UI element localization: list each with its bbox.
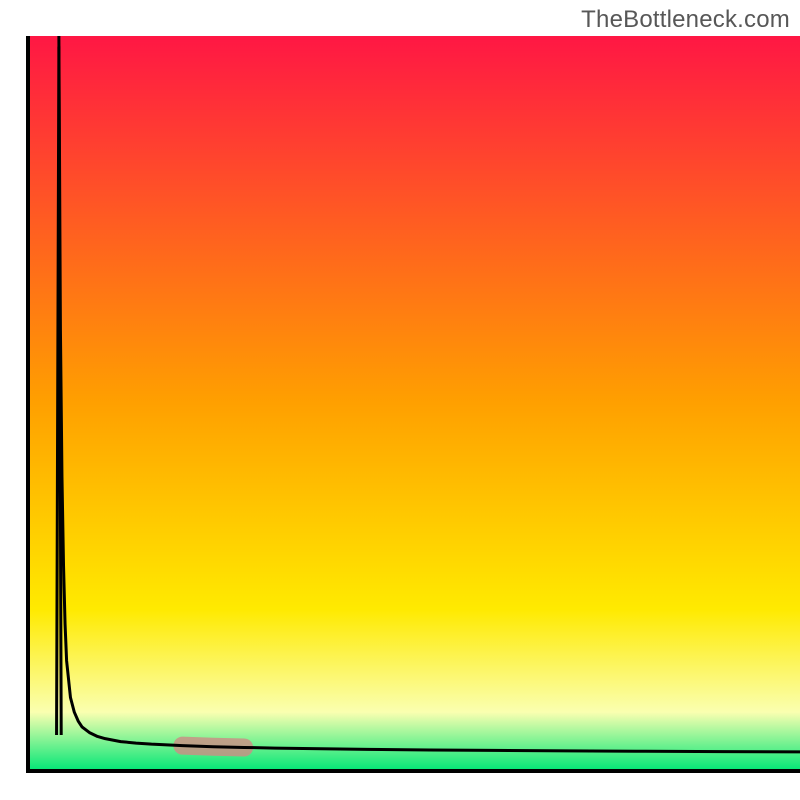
gradient-background	[28, 36, 800, 771]
chart-stage: TheBottleneck.com	[0, 0, 800, 800]
watermark-text: TheBottleneck.com	[581, 6, 790, 34]
plot-svg	[0, 0, 800, 800]
